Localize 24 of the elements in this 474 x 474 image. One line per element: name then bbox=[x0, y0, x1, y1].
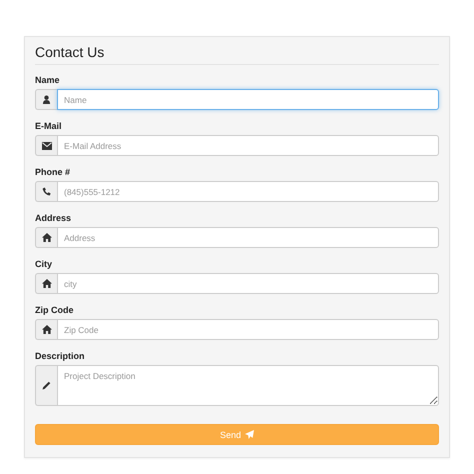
field-label: Zip Code bbox=[35, 305, 74, 315]
home-icon bbox=[42, 279, 52, 288]
field-label: Description bbox=[35, 351, 86, 361]
pencil-icon bbox=[42, 381, 51, 390]
field-label: Name bbox=[35, 75, 61, 85]
input-field[interactable]: (845)555-1212 bbox=[57, 181, 439, 202]
input-field[interactable]: Zip Code bbox=[57, 319, 439, 340]
field-label: Address bbox=[35, 213, 72, 223]
send-button[interactable]: Send bbox=[35, 424, 439, 445]
home-icon bbox=[42, 233, 52, 242]
description-field[interactable]: Project Description bbox=[57, 365, 439, 406]
field-label: Phone # bbox=[35, 167, 72, 177]
field-label: E-Mail bbox=[35, 121, 63, 131]
phone-icon bbox=[42, 187, 51, 196]
home-icon bbox=[42, 325, 52, 334]
person-icon bbox=[42, 95, 51, 104]
field-label: City bbox=[35, 259, 54, 269]
input-field[interactable]: E-Mail Address bbox=[57, 135, 439, 156]
form-title: Contact Us bbox=[35, 44, 106, 60]
input-field[interactable]: city bbox=[57, 273, 439, 294]
envelope-icon bbox=[42, 142, 52, 150]
send-icon bbox=[245, 430, 254, 439]
input-field[interactable]: Address bbox=[57, 227, 439, 248]
input-field[interactable]: Name bbox=[57, 89, 439, 110]
